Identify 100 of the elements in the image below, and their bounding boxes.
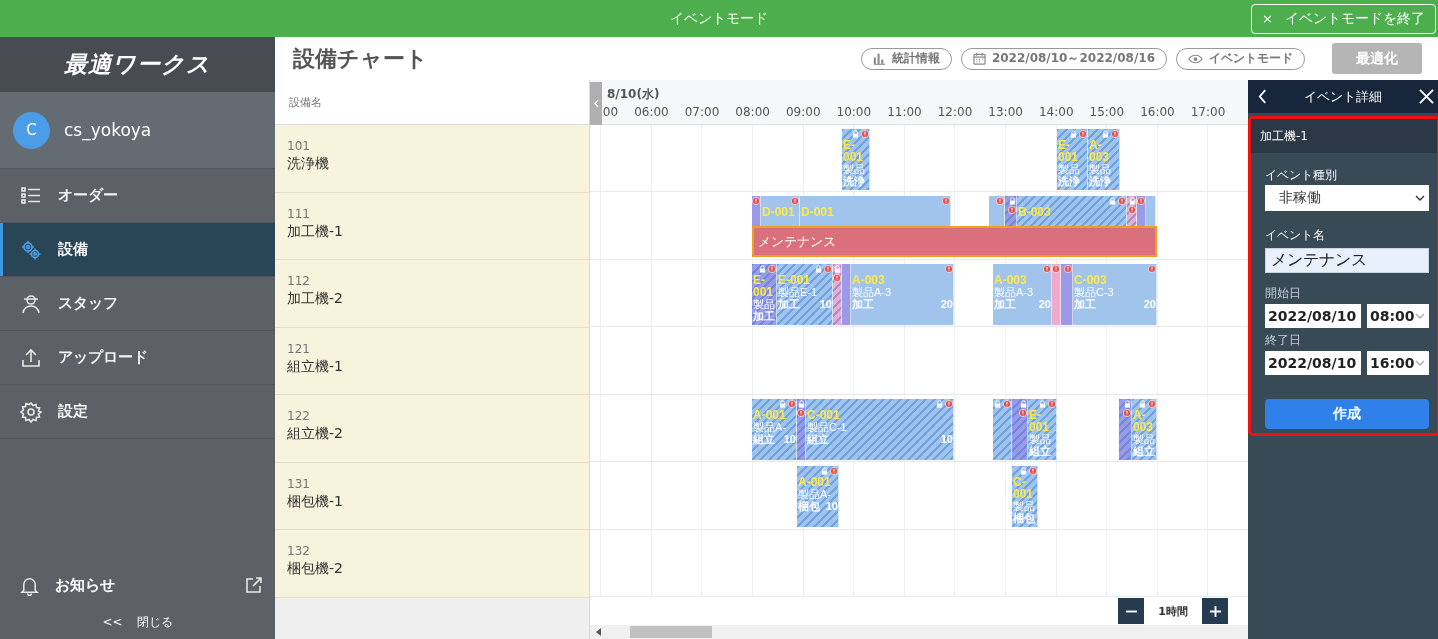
zoom-out-button[interactable] — [1118, 598, 1145, 625]
task-block[interactable]: D-001 — [761, 196, 800, 227]
collapse-sidebar-button[interactable]: << 閉じる — [0, 605, 275, 639]
event-type-select[interactable]: 非稼働 — [1265, 185, 1429, 211]
product-name: 製品 — [1013, 500, 1036, 513]
order-code: A-003 — [1089, 138, 1111, 163]
process-name: 洗浄 — [1089, 174, 1111, 188]
plus-icon — [1208, 604, 1222, 618]
chevron-left-icon — [1258, 89, 1267, 104]
task-block[interactable] — [833, 263, 842, 325]
equipment-name: 加工機-2 — [287, 290, 344, 308]
equipment-code: 112 — [287, 274, 311, 288]
close-button[interactable] — [1419, 89, 1434, 104]
equipment-code: 121 — [287, 341, 311, 356]
start-time-select[interactable]: 08:00 — [1367, 304, 1429, 328]
zoom-in-button[interactable] — [1202, 598, 1228, 625]
process-name: 組立 — [807, 432, 829, 446]
product-name: 製品 — [1029, 432, 1052, 445]
order-code: E-001 — [1029, 408, 1051, 433]
task-block[interactable] — [989, 196, 1005, 227]
task-block[interactable] — [842, 263, 851, 325]
task-block[interactable]: A-003 製品A-3 加工 20 — [993, 263, 1052, 325]
chevron-down-icon — [1415, 360, 1425, 366]
end-date-select[interactable]: 2022/08/10 — [1265, 351, 1361, 375]
back-button[interactable] — [1258, 89, 1267, 104]
task-block[interactable] — [1146, 196, 1156, 227]
field-label: イベント名 — [1265, 227, 1326, 244]
collapse-tab[interactable] — [590, 82, 602, 125]
order-code: C-001 — [807, 408, 841, 421]
field-label: イベント種別 — [1265, 167, 1338, 184]
app-logo: 最適ワークス — [64, 50, 211, 79]
scroll-thumb[interactable] — [630, 626, 712, 639]
task-block[interactable] — [1005, 196, 1017, 227]
task-block[interactable]: A-001 製品A- 梱包 10 — [797, 466, 839, 528]
task-block[interactable]: C-001 製品C-1 組立 10 — [806, 398, 954, 460]
create-button[interactable]: 作成 — [1265, 399, 1429, 429]
panel-title: イベント詳細 — [1303, 87, 1383, 106]
product-name: 製品 — [1133, 432, 1156, 445]
task-block[interactable] — [993, 398, 1012, 460]
equipment-code: 122 — [287, 409, 311, 423]
list-icon — [20, 184, 42, 207]
task-block[interactable]: C-003 製品C-3 加工 20 — [1073, 263, 1157, 325]
hour-label: 07:00 — [684, 105, 720, 119]
task-block[interactable]: A-001 製品A- 組立 10 — [752, 398, 797, 460]
task-block[interactable]: E-001 製品E-1 加工 10 — [777, 263, 833, 325]
task-block[interactable] — [1061, 263, 1073, 325]
equipment-name: 加工機-1 — [287, 222, 344, 241]
process-name: 加工 — [753, 309, 775, 323]
process-name: 梱包 — [798, 500, 820, 514]
start-date-select[interactable]: 2022/08/10 — [1265, 304, 1361, 328]
order-code: D-001 — [762, 206, 796, 219]
task-block[interactable]: B-003 — [1017, 196, 1127, 227]
task-block[interactable] — [1052, 263, 1061, 325]
hour-label: 12:00 — [937, 105, 973, 119]
task-block[interactable]: E-001 製品 洗浄 — [1057, 128, 1088, 190]
task-block[interactable]: A-003 製品 組立 — [1132, 398, 1157, 460]
zoom-level-label: 1時間 — [1158, 603, 1188, 619]
process-name: 洗浄 — [843, 174, 865, 188]
order-code: A-003 — [1133, 408, 1155, 433]
hour-label: 09:00 — [785, 105, 821, 119]
calendar-icon — [972, 52, 986, 65]
equipment-name: 組立機-2 — [287, 425, 344, 443]
external-link-icon[interactable] — [245, 576, 263, 594]
scroll-left-icon[interactable] — [596, 628, 601, 636]
gear-icon — [20, 400, 42, 423]
hour-label: 08:00 — [735, 105, 770, 119]
close-icon — [1419, 89, 1434, 104]
event-bar[interactable]: メンテナンス — [752, 226, 1157, 258]
upload-icon — [20, 346, 42, 369]
task-block[interactable]: C-001 製品 梱包 — [1012, 466, 1038, 528]
order-code: C-003 — [1074, 273, 1108, 286]
task-block[interactable]: E-001 製品 洗浄 — [842, 128, 870, 190]
event-name-field[interactable]: メンテナンス — [1265, 248, 1429, 273]
event-mode-button[interactable]: イベントモード — [1176, 47, 1305, 70]
column-header: 設備名 — [289, 94, 322, 110]
user-name: cs_yokoya — [64, 120, 152, 140]
user-avatar: C — [13, 111, 50, 149]
process-name: 組立 — [1029, 444, 1051, 458]
task-block[interactable]: D-001 — [800, 196, 951, 227]
process-name: 加工 — [994, 297, 1016, 311]
exit-mode-button[interactable]: × イベントモードを終了 — [1251, 3, 1436, 34]
hour-label: 00 — [602, 105, 619, 119]
task-block[interactable]: E-001 製品 加工 — [752, 263, 777, 325]
task-block[interactable] — [797, 398, 806, 460]
notice-link[interactable]: お知らせ — [55, 575, 229, 595]
task-block[interactable]: A-003 製品 洗浄 — [1088, 128, 1120, 190]
horizontal-scrollbar[interactable] — [590, 625, 1248, 639]
nav-item[interactable]: 設備 — [0, 223, 275, 277]
task-block[interactable] — [1119, 398, 1132, 460]
task-block[interactable]: E-001 製品 組立 — [1028, 398, 1057, 460]
quantity: 20 — [1038, 297, 1051, 311]
date-range-button[interactable]: 2022/08/10～2022/08/16 — [960, 47, 1167, 70]
task-block[interactable] — [1012, 398, 1028, 460]
end-time-select[interactable]: 16:00 — [1367, 351, 1429, 375]
order-code: E-001 — [753, 273, 775, 298]
product-name: 製品A-3 — [852, 285, 893, 298]
eye-icon — [1188, 53, 1203, 64]
statistics-button[interactable]: 統計情報 — [860, 47, 952, 70]
page-title: 設備チャート — [293, 44, 428, 73]
task-block[interactable]: A-003 製品A-3 加工 20 — [851, 263, 954, 325]
